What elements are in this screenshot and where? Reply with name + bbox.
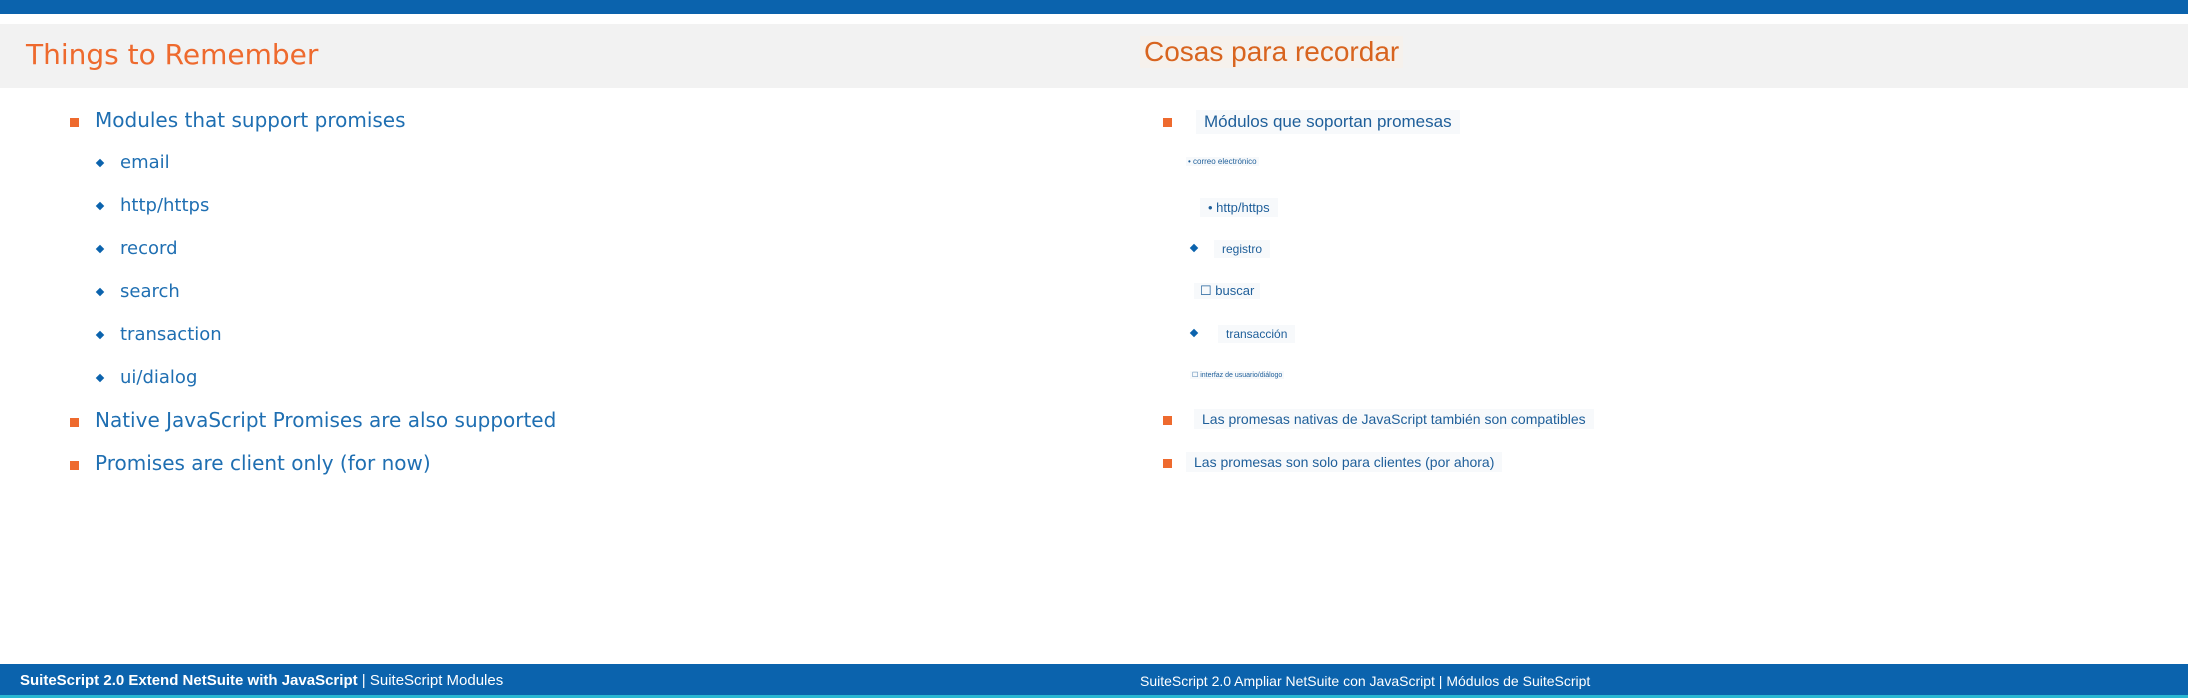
slide-title-english: Things to Remember	[26, 38, 319, 71]
diamond-bullet-icon	[1189, 328, 1199, 338]
list-item: Las promesas son solo para clientes (por…	[1186, 452, 1503, 472]
list-item: ☐ interfaz de usuario/diálogo	[1190, 371, 1285, 379]
list-item: Native JavaScript Promises are also supp…	[95, 408, 557, 432]
list-item: Promises are client only (for now)	[95, 451, 431, 475]
square-bullet-icon	[70, 461, 79, 470]
title-band	[0, 24, 2188, 88]
slide-title-spanish: Cosas para recordar	[1140, 36, 1404, 68]
footer-text-spanish: SuiteScript 2.0 Ampliar NetSuite con Jav…	[1140, 673, 1591, 689]
square-bullet-icon	[1163, 416, 1172, 425]
footer-section-name: | SuiteScript Modules	[357, 672, 504, 689]
diamond-bullet-icon	[1189, 243, 1199, 253]
list-item: ☐ buscar	[1194, 283, 1261, 299]
list-item: Modules that support promises	[95, 108, 406, 132]
list-item: Las promesas nativas de JavaScript tambi…	[1194, 409, 1594, 429]
diamond-bullet-icon	[95, 373, 105, 383]
diamond-bullet-icon	[95, 287, 105, 297]
list-item: email	[120, 152, 170, 173]
slide-page: Things to Remember Cosas para recordar M…	[0, 0, 2188, 698]
diamond-bullet-icon	[95, 158, 105, 168]
square-bullet-icon	[70, 118, 79, 127]
list-item: transaction	[120, 324, 222, 345]
list-item: record	[120, 238, 178, 259]
diamond-bullet-icon	[95, 330, 105, 340]
list-item: ui/dialog	[120, 367, 198, 388]
footer-course-title: SuiteScript 2.0 Extend NetSuite with Jav…	[20, 672, 358, 689]
top-accent-bar	[0, 0, 2188, 14]
square-bullet-icon	[70, 418, 79, 427]
footer-text-english: SuiteScript 2.0 Extend NetSuite with Jav…	[20, 672, 503, 689]
diamond-bullet-icon	[95, 201, 105, 211]
list-item: http/https	[120, 195, 210, 216]
list-item: registro	[1214, 240, 1271, 258]
square-bullet-icon	[1163, 118, 1172, 127]
square-bullet-icon	[1163, 459, 1172, 468]
list-item: search	[120, 281, 180, 302]
footer-bar: SuiteScript 2.0 Extend NetSuite with Jav…	[0, 664, 2188, 698]
list-item: • correo electrónico	[1186, 157, 1259, 166]
list-item: • http/https	[1200, 198, 1278, 217]
list-item: transacción	[1218, 325, 1296, 343]
list-item: Módulos que soportan promesas	[1196, 110, 1460, 134]
diamond-bullet-icon	[95, 244, 105, 254]
